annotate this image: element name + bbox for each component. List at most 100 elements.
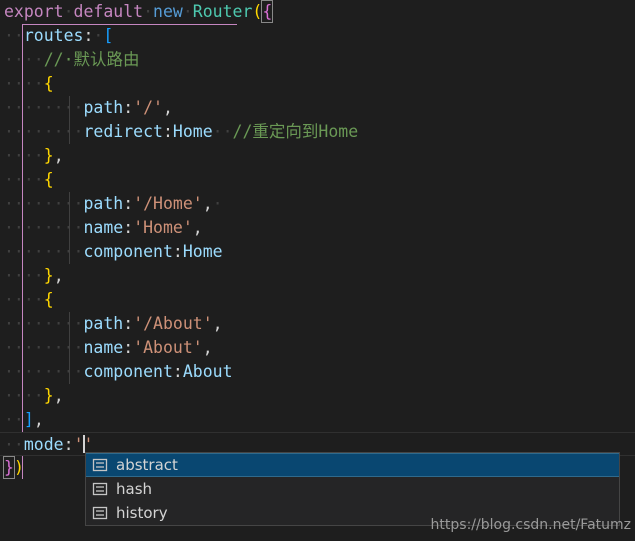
token: ···· — [4, 146, 44, 165]
token: : — [123, 98, 134, 117]
token: Router — [192, 2, 253, 21]
code-line-13[interactable]: ····{ — [0, 288, 635, 312]
token: name — [83, 338, 124, 357]
token: ·· — [4, 435, 24, 454]
token: routes — [23, 26, 84, 45]
token: : — [123, 218, 134, 237]
token: ···· — [43, 242, 84, 261]
code-line-17[interactable]: ····}, — [0, 384, 635, 408]
token: , — [53, 146, 64, 165]
token: · — [63, 2, 74, 21]
token: component — [83, 362, 173, 381]
code-line-16[interactable]: ········component:About — [0, 360, 635, 384]
token: ···· — [4, 170, 44, 189]
token: path — [83, 314, 124, 333]
token: , — [163, 98, 173, 117]
token: path — [83, 194, 124, 213]
code-line-18[interactable]: ··], — [0, 408, 635, 432]
token: component — [83, 242, 173, 261]
token: ···· — [43, 194, 84, 213]
token: 'Home' — [133, 218, 193, 237]
token: : — [83, 26, 94, 45]
suggestion-item-label: history — [116, 504, 168, 522]
token: ···· — [4, 74, 44, 93]
token: : — [172, 242, 183, 261]
token: //重定向到Home — [232, 122, 359, 141]
token: ···· — [43, 98, 84, 117]
token: ···· — [4, 362, 44, 381]
token: { — [43, 74, 54, 93]
token: ···· — [4, 218, 44, 237]
token: ···· — [4, 386, 44, 405]
token: : — [123, 194, 134, 213]
token: ···· — [4, 242, 44, 261]
enum-icon — [92, 458, 108, 472]
token: } — [43, 266, 54, 285]
token: redirect — [83, 122, 163, 141]
token: , — [192, 218, 203, 237]
code-line-5[interactable]: ········path:'/', — [0, 96, 635, 120]
enum-icon — [92, 482, 108, 496]
token: : — [63, 435, 74, 454]
code-line-15[interactable]: ········name:'About', — [0, 336, 635, 360]
token: { — [43, 290, 54, 309]
token: new — [153, 2, 183, 21]
token: mode — [23, 435, 64, 454]
suggestion-widget[interactable]: abstract hash history — [85, 452, 620, 526]
token: : — [123, 314, 134, 333]
token: ) — [13, 458, 24, 477]
token: ···· — [43, 122, 84, 141]
token: : — [123, 338, 134, 357]
token: Home — [182, 242, 223, 261]
token: · — [212, 194, 223, 213]
token: ···· — [43, 362, 84, 381]
watermark-text: https://blog.csdn.net/Fatumz — [430, 517, 631, 533]
token: ···· — [4, 266, 44, 285]
token: · — [143, 2, 154, 21]
token: export — [4, 2, 64, 21]
code-line-12[interactable]: ····}, — [0, 264, 635, 288]
token: , — [212, 314, 223, 333]
token: } — [43, 386, 54, 405]
token: ···· — [4, 290, 44, 309]
token: Home — [172, 122, 213, 141]
code-line-6[interactable]: ········redirect:Home··//重定向到Home — [0, 120, 635, 144]
token: ] — [23, 410, 34, 429]
code-line-1[interactable]: export·default·new·Router({ — [0, 0, 635, 24]
token: ···· — [4, 194, 44, 213]
token: : — [162, 122, 173, 141]
code-line-2[interactable]: ··routes:·[ — [0, 24, 635, 48]
token: ( — [252, 2, 263, 21]
token: '/About' — [133, 314, 213, 333]
token: ···· — [4, 122, 44, 141]
token: : — [172, 362, 183, 381]
token: ···· — [4, 314, 44, 333]
token: · — [93, 26, 104, 45]
token: ···· — [43, 338, 84, 357]
code-editor[interactable]: export·default·new·Router({··routes:·[··… — [0, 0, 635, 541]
token: ···· — [4, 338, 44, 357]
code-line-7[interactable]: ····}, — [0, 144, 635, 168]
token: ·· — [212, 122, 233, 141]
code-line-3[interactable]: ····//·默认路由 — [0, 48, 635, 72]
code-line-11[interactable]: ········component:Home — [0, 240, 635, 264]
token: About — [182, 362, 233, 381]
enum-icon — [92, 506, 108, 520]
code-line-4[interactable]: ····{ — [0, 72, 635, 96]
token: 'About' — [133, 338, 203, 357]
code-line-14[interactable]: ········path:'/About', — [0, 312, 635, 336]
token: , — [202, 194, 213, 213]
token: '/' — [133, 98, 163, 117]
code-line-8[interactable]: ····{ — [0, 168, 635, 192]
suggestion-item-hash[interactable]: hash — [86, 477, 619, 501]
token: ·· — [4, 410, 24, 429]
suggestion-item-abstract[interactable]: abstract — [86, 453, 619, 477]
token: [ — [103, 26, 114, 45]
token: { — [43, 170, 54, 189]
token: , — [53, 266, 64, 285]
code-line-9[interactable]: ········path:'/Home',· — [0, 192, 635, 216]
code-line-10[interactable]: ········name:'Home', — [0, 216, 635, 240]
token: ···· — [43, 314, 84, 333]
token: { — [261, 0, 274, 23]
token: , — [202, 338, 213, 357]
